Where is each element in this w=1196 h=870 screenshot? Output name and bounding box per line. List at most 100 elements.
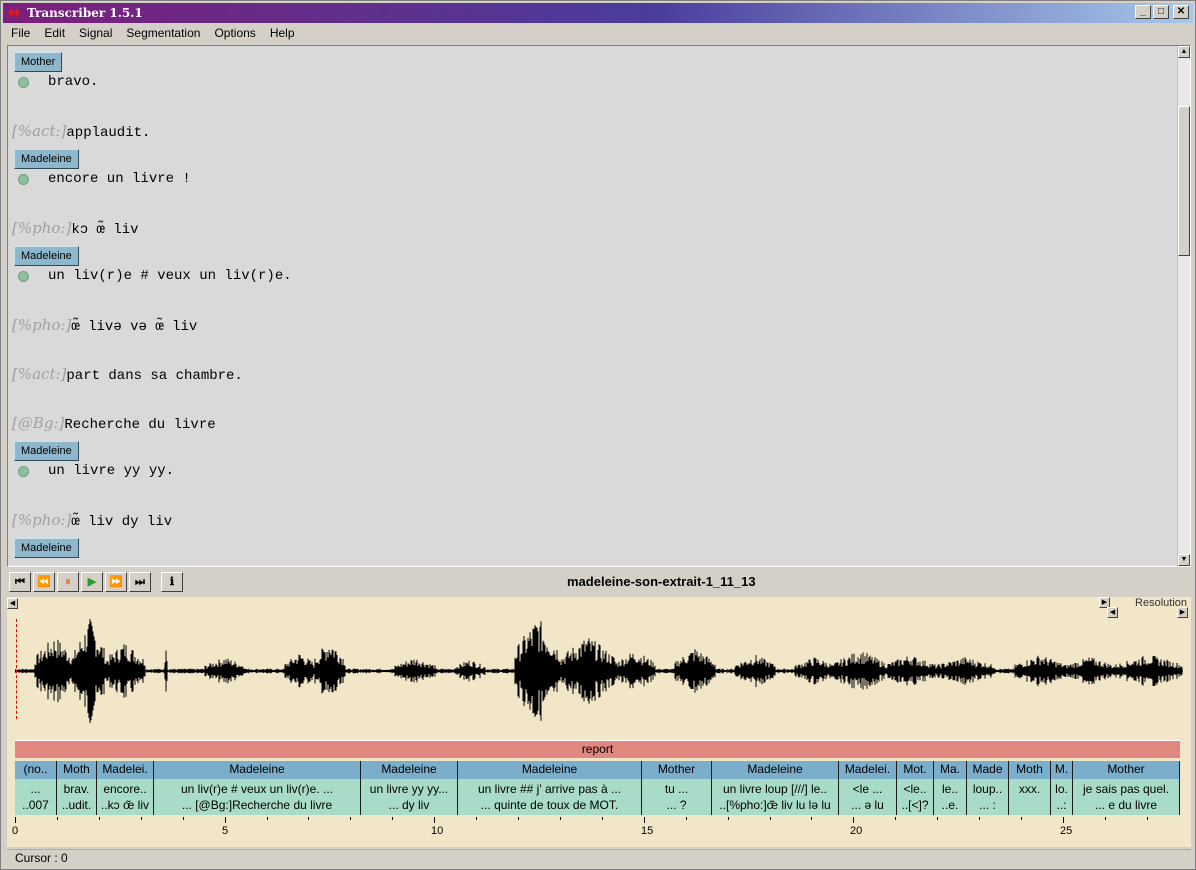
speaker-button-mother[interactable]: Mother xyxy=(14,52,63,72)
playback-cursor[interactable] xyxy=(16,619,17,719)
axis-tick xyxy=(434,817,435,823)
speaker-segment[interactable]: Madeleine xyxy=(458,761,642,779)
utterance-text[interactable]: encore un livre ! xyxy=(48,171,191,187)
signal-scrollbar[interactable]: ◀ ▶ Resolution xyxy=(7,597,1191,611)
transcript-editor[interactable]: Mother bravo. [%act:]applaudit. Madelein… xyxy=(7,45,1191,567)
text-segment[interactable]: <le ... ... ə lu xyxy=(839,779,897,815)
speaker-segment[interactable]: Madelei. xyxy=(97,761,154,779)
speaker-segment[interactable]: Madeleine xyxy=(154,761,361,779)
speaker-segment[interactable]: Madeleine xyxy=(361,761,458,779)
utterance-text[interactable]: bravo. xyxy=(48,74,98,90)
utterance-text[interactable]: un livre yy yy. xyxy=(48,463,174,479)
resolution-left-arrow-icon[interactable]: ◀ xyxy=(1107,607,1118,618)
close-button[interactable]: ✕ xyxy=(1173,5,1189,19)
skip-to-start-button[interactable]: ⏮ xyxy=(9,572,31,592)
speaker-segment[interactable]: M. xyxy=(1051,761,1073,779)
speaker-button-madeleine[interactable]: Madeleine xyxy=(14,538,79,558)
skip-to-end-button[interactable]: ⏭ xyxy=(129,572,151,592)
speaker-segment[interactable]: Madeleine xyxy=(712,761,839,779)
event-tag: [%act:] xyxy=(12,122,67,140)
segment-marker-icon[interactable] xyxy=(18,77,29,88)
scroll-left-arrow-icon[interactable]: ◀ xyxy=(7,598,18,609)
speaker-segment[interactable]: Made xyxy=(967,761,1009,779)
menu-help[interactable]: Help xyxy=(262,26,301,40)
speaker-segment[interactable]: Mot. xyxy=(897,761,934,779)
axis-tick xyxy=(476,817,477,820)
menu-segmentation[interactable]: Segmentation xyxy=(118,26,206,40)
speaker-segment[interactable]: Ma. xyxy=(934,761,967,779)
text-segment[interactable]: ... ..007 xyxy=(15,779,57,815)
axis-tick-label: 25 xyxy=(1060,825,1073,837)
segment-text-line: un livre loup [///] le.. xyxy=(722,782,828,796)
maximize-button[interactable]: □ xyxy=(1153,5,1169,19)
event-line[interactable]: [%act:]applaudit. xyxy=(12,122,150,141)
segment-marker-icon[interactable] xyxy=(18,174,29,185)
menu-options[interactable]: Options xyxy=(206,26,261,40)
speaker-button-madeleine[interactable]: Madeleine xyxy=(14,441,79,461)
axis-tick xyxy=(811,817,812,820)
text-segment[interactable]: un livre yy yy... ... dy liv xyxy=(361,779,458,815)
text-segment[interactable]: un livre ## j' arrive pas à ... ... quint… xyxy=(458,779,642,815)
resolution-right-arrow-icon[interactable]: ▶ xyxy=(1177,607,1188,618)
scroll-down-arrow-icon[interactable]: ▼ xyxy=(1178,554,1190,566)
text-segment[interactable]: brav. ..udit. xyxy=(57,779,97,815)
axis-tick xyxy=(979,817,980,820)
transcript-scrollbar[interactable]: ▲ ▼ xyxy=(1177,46,1190,566)
background-line[interactable]: [@Bg:]Recherche du livre xyxy=(12,414,216,433)
text-segment[interactable]: lo...: xyxy=(1051,779,1073,815)
speaker-segment[interactable]: Mother xyxy=(1073,761,1180,779)
segment-marker-icon[interactable] xyxy=(18,466,29,477)
segment-marker-icon[interactable] xyxy=(18,271,29,282)
fast-forward-button[interactable]: ⏩ xyxy=(105,572,127,592)
text-segment[interactable]: loup.. ... : xyxy=(967,779,1009,815)
event-line[interactable]: [%pho:]œ̃ liv dy liv xyxy=(12,511,172,530)
axis-tick xyxy=(350,817,351,820)
text-segment[interactable]: encore.. ..kɔ œ̃ liv xyxy=(97,779,154,815)
signal-panel[interactable]: ◀ ▶ report (no.. Moth Madelei. Madeleine Mad… xyxy=(7,607,1191,847)
axis-tick xyxy=(1105,817,1106,820)
topic-segment[interactable]: report xyxy=(15,740,1180,758)
event-line[interactable]: [%pho:]œ̃ livə və œ̃ liv xyxy=(12,316,197,335)
text-segment[interactable]: je sais pas quel. ... e du livre xyxy=(1073,779,1180,815)
speaker-button-madeleine[interactable]: Madeleine xyxy=(14,246,79,266)
rewind-button[interactable]: ⏪ xyxy=(33,572,55,592)
segment-text-line: ..[%pho:]œ̃ liv lu lə lu xyxy=(719,798,831,812)
event-text: part dans sa chambre. xyxy=(66,368,243,384)
waveform[interactable] xyxy=(15,619,1183,723)
menu-signal[interactable]: Signal xyxy=(71,26,118,40)
text-segment[interactable]: le.. ..e. xyxy=(934,779,967,815)
speaker-segment[interactable]: Moth xyxy=(57,761,97,779)
segment-text-line: ... : xyxy=(979,798,996,812)
speaker-segment[interactable]: (no.. xyxy=(15,761,57,779)
text-segment[interactable]: un livre loup [///] le.. ..[%pho:]œ̃ liv … xyxy=(712,779,839,815)
event-line[interactable]: [%act:]part dans sa chambre. xyxy=(12,365,243,384)
event-line[interactable]: [%pho:]kɔ œ̃ liv xyxy=(12,219,139,238)
play-button[interactable]: ▶ xyxy=(81,572,103,592)
axis-tick xyxy=(644,817,645,823)
pause-button[interactable]: ⏸ xyxy=(57,572,79,592)
minimize-button[interactable]: _ xyxy=(1135,5,1151,19)
menu-edit[interactable]: Edit xyxy=(36,26,71,40)
segment-text-line: je sais pas quel. xyxy=(1082,782,1170,796)
segment-text-line: un liv(r)e # veux un liv(r)e. ... xyxy=(180,782,334,796)
speaker-button-madeleine[interactable]: Madeleine xyxy=(14,149,79,169)
event-tag: [%pho:] xyxy=(12,316,72,334)
speaker-segment[interactable]: Madelei. xyxy=(839,761,897,779)
text-segment[interactable]: xxx. xyxy=(1009,779,1051,815)
menu-file[interactable]: File xyxy=(3,26,36,40)
segment-text-line: ... [@Bg:]Recherche du livre xyxy=(181,798,333,812)
speaker-segment[interactable]: Moth xyxy=(1009,761,1051,779)
title-bar[interactable]: Transcriber 1.5.1 _ □ ✕ xyxy=(3,3,1193,23)
status-bar: Cursor : 0 xyxy=(7,849,1191,867)
info-button[interactable]: ℹ xyxy=(161,572,183,592)
utterance-text[interactable]: un liv(r)e # veux un liv(r)e. xyxy=(48,268,292,284)
text-segment[interactable]: <le.. ..[<]? xyxy=(897,779,934,815)
axis-tick xyxy=(392,817,393,820)
scrollbar-thumb[interactable] xyxy=(1178,106,1190,256)
app-logo-icon xyxy=(7,6,21,20)
text-segment[interactable]: un liv(r)e # veux un liv(r)e. ... ... [@B… xyxy=(154,779,361,815)
scroll-up-arrow-icon[interactable]: ▲ xyxy=(1178,46,1190,58)
text-segment[interactable]: tu ... ... ? xyxy=(642,779,712,815)
axis-tick xyxy=(602,817,603,820)
speaker-segment[interactable]: Mother xyxy=(642,761,712,779)
